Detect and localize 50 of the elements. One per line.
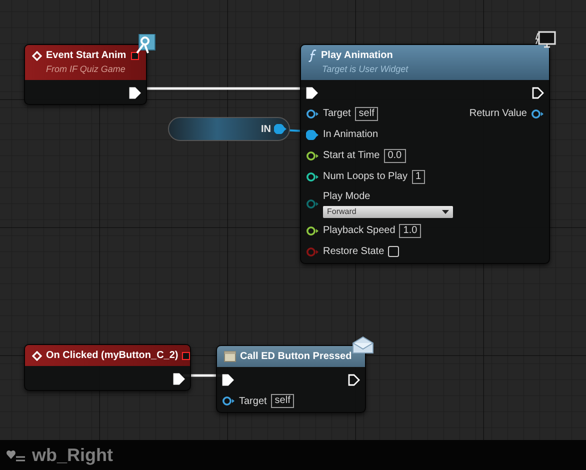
diamond-icon (32, 350, 42, 360)
diamond-icon (32, 50, 42, 60)
pin-label: Restore State (323, 245, 384, 259)
data-pin[interactable] (531, 108, 544, 118)
value-field[interactable]: self (270, 394, 294, 408)
pin-label: Start at Time (323, 149, 380, 163)
heart-icon (6, 448, 26, 462)
function-node[interactable]: Play Animation Target is User Widget Target self In Animation Start at Time 0.0 Num Loops to Play 1 Play Mode Forward Playback Speed 1.0 Restore State Return Value (300, 44, 550, 264)
node-subtitle: Target is User Widget (321, 63, 410, 76)
data-pin[interactable] (306, 108, 319, 118)
event-node[interactable]: On Clicked (myButton_C_2) (24, 344, 191, 391)
node-title: On Clicked (myButton_C_2) (46, 349, 178, 363)
pin-label: Playback Speed (323, 224, 396, 238)
pin-label: Target (239, 394, 267, 408)
exec-pin[interactable] (129, 86, 141, 98)
value-field[interactable]: 1.0 (399, 224, 422, 238)
node-title: Call ED Button Pressed (240, 350, 352, 364)
exec-pin[interactable] (532, 86, 544, 98)
delegate-pin[interactable] (131, 52, 139, 60)
exec-pin[interactable] (173, 373, 185, 385)
node-title: Play Animation (321, 49, 393, 63)
data-pin[interactable] (222, 396, 235, 406)
variable-node[interactable]: IN (168, 117, 290, 141)
exec-pin[interactable] (306, 86, 318, 98)
pin-label: Play Mode (323, 190, 372, 204)
node-subtitle: From IF Quiz Game (45, 63, 126, 76)
mode-dropdown[interactable]: Forward (323, 206, 453, 218)
node-title: IN (261, 122, 271, 136)
pin-label: Target (323, 107, 351, 121)
exec-pin[interactable] (348, 374, 360, 386)
caret-icon (442, 210, 449, 214)
pin-label: Return Value (469, 107, 527, 121)
function-icon (308, 49, 317, 62)
data-pin[interactable] (274, 124, 287, 134)
graph-title: wb_Right (32, 444, 113, 467)
pin-label: In Animation (323, 128, 378, 142)
data-pin[interactable] (306, 130, 319, 140)
exec-pin[interactable] (222, 374, 234, 386)
node-title: Event Start Anim (46, 49, 126, 63)
data-pin[interactable] (306, 172, 319, 182)
pin-label: Num Loops to Play (323, 170, 408, 184)
value-field[interactable]: 1 (412, 170, 426, 184)
data-pin[interactable] (306, 150, 319, 160)
table-icon (224, 351, 236, 362)
value-field[interactable]: self (354, 106, 378, 120)
message-node[interactable]: Call ED Button Pressed Target self (216, 345, 366, 413)
checkbox[interactable] (388, 246, 400, 257)
value-field[interactable]: 0.0 (384, 148, 406, 162)
data-pin[interactable] (306, 226, 319, 236)
event-node[interactable]: Event Start Anim From IF Quiz Game (24, 44, 147, 104)
